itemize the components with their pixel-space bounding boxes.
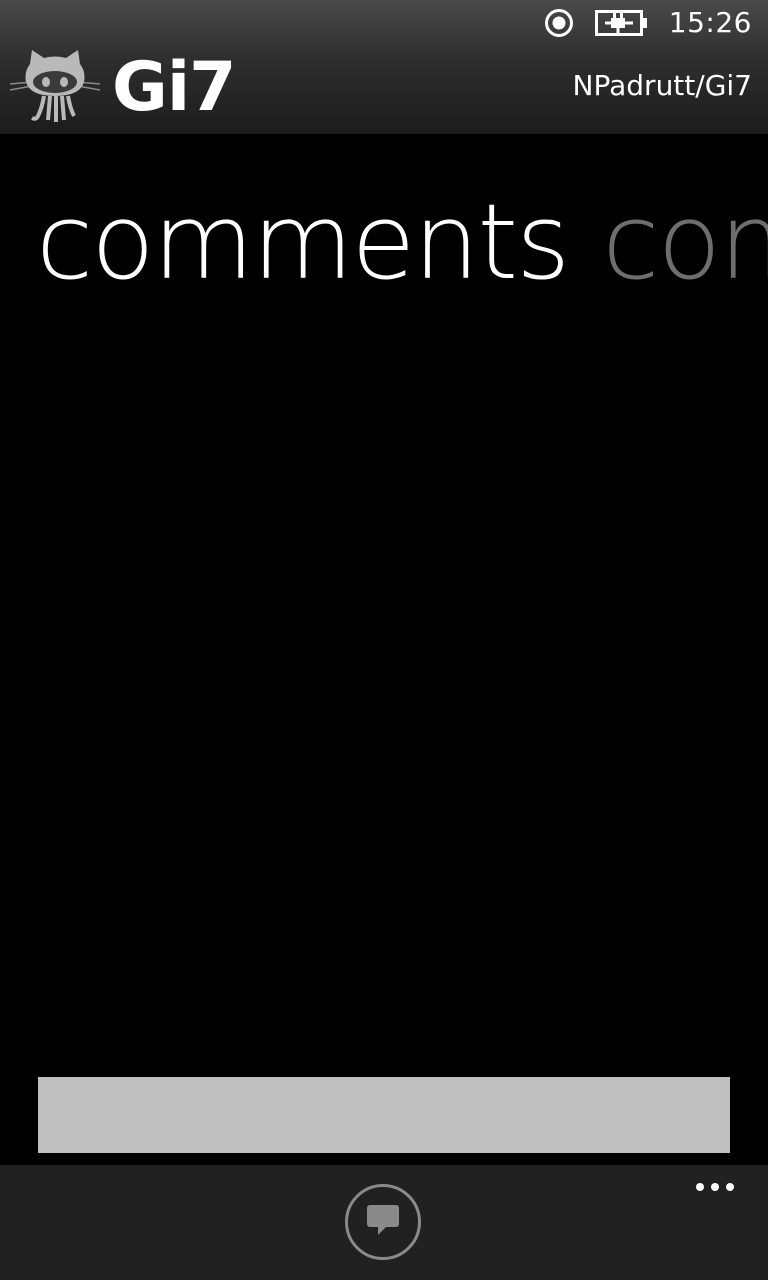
comment-icon [366,1204,400,1240]
battery-charging-icon [594,8,649,38]
status-icons: 15:26 [543,6,752,39]
pivot-item-comments[interactable]: comments [36,182,570,302]
app-title: Gi7 [112,48,236,127]
pivot-header-strip: comments com [36,182,768,302]
status-time: 15:26 [668,6,752,39]
app-header: 15:26 Gi7 NPadrutt/Gi7 [0,0,768,134]
phone-screen: 15:26 Gi7 NPadrutt/Gi7 comments co [0,0,768,1280]
octocat-logo-icon [8,46,102,124]
comments-list [0,310,768,1060]
pivot-item-next[interactable]: com [602,182,768,302]
application-bar [0,1165,768,1280]
status-bar: 15:26 [0,0,768,50]
add-comment-button[interactable] [345,1184,421,1260]
radio-record-icon [543,7,575,39]
repository-name: NPadrutt/Gi7 [572,69,752,102]
ellipsis-icon[interactable] [696,1183,734,1191]
comment-input[interactable] [38,1077,730,1153]
